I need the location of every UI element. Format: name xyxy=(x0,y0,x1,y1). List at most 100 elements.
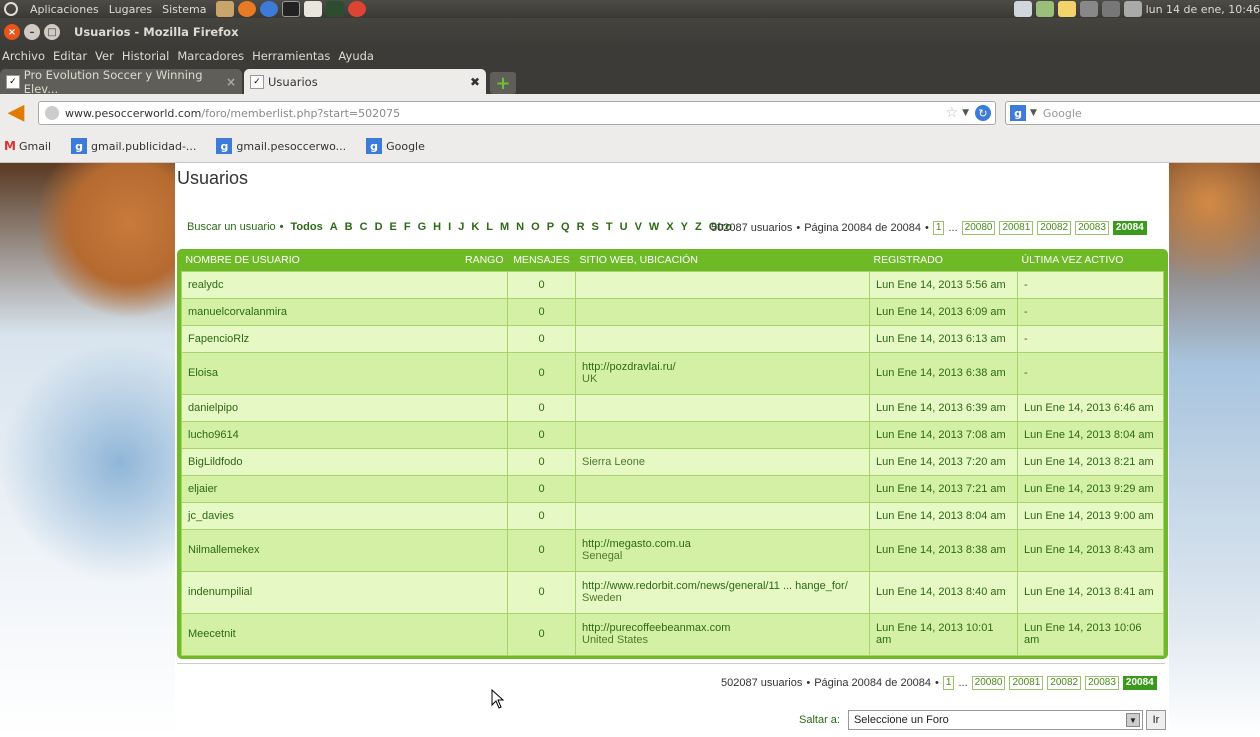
letter-link[interactable]: Z xyxy=(695,221,702,233)
bookmark-gmail[interactable]: M Gmail xyxy=(4,139,51,153)
website-link[interactable]: http://pozdravlai.ru/ xyxy=(582,361,863,373)
close-tab-icon[interactable]: ✖ xyxy=(470,75,480,89)
letter-link[interactable]: Q xyxy=(561,221,570,233)
username-link[interactable]: lucho9614 xyxy=(188,429,239,441)
google-icon[interactable]: g xyxy=(1010,105,1026,121)
maximize-window-icon[interactable]: □ xyxy=(44,24,60,40)
menu-ver[interactable]: Ver xyxy=(95,49,114,63)
letter-link[interactable]: D xyxy=(375,221,383,233)
col-rank[interactable]: RANGO xyxy=(452,249,508,271)
letter-link[interactable]: H xyxy=(433,221,441,233)
reload-icon[interactable]: ↻ xyxy=(975,105,991,121)
col-last-active[interactable]: ÚLTIMA VEZ ACTIVO xyxy=(1018,249,1164,271)
contacts-icon[interactable] xyxy=(1035,1,1054,17)
panel-menu-aplicaciones[interactable]: Aplicaciones xyxy=(30,3,99,16)
network-icon[interactable] xyxy=(1079,1,1098,17)
username-link[interactable]: Nilmallemekex xyxy=(188,544,260,556)
help-icon[interactable] xyxy=(260,1,279,17)
username-link[interactable]: Meecetnit xyxy=(188,628,236,640)
letter-link[interactable]: N xyxy=(516,221,524,233)
text-editor-icon[interactable] xyxy=(304,1,323,17)
letter-link[interactable]: S xyxy=(592,221,599,233)
tab-pes[interactable]: ✓ Pro Evolution Soccer y Winning Elev...… xyxy=(0,68,242,96)
col-registered[interactable]: REGISTRADO xyxy=(870,249,1018,271)
page-link[interactable]: 20083 xyxy=(1085,676,1119,690)
letter-link[interactable]: M xyxy=(500,221,509,233)
page-link[interactable]: 1 xyxy=(932,221,945,235)
panel-menu-sistema[interactable]: Sistema xyxy=(162,3,206,16)
menu-marcadores[interactable]: Marcadores xyxy=(177,49,244,63)
col-posts[interactable]: MENSAJES xyxy=(508,249,576,271)
chrome-icon[interactable] xyxy=(348,1,367,17)
letter-link[interactable]: O xyxy=(531,221,540,233)
letter-link[interactable]: C xyxy=(360,221,368,233)
close-tab-icon[interactable]: × xyxy=(226,75,236,89)
notes-icon[interactable] xyxy=(1057,1,1076,17)
letter-link[interactable]: F xyxy=(404,221,411,233)
page-link[interactable]: 20081 xyxy=(999,221,1034,235)
system-monitor-icon[interactable] xyxy=(326,1,345,17)
username-link[interactable]: danielpipo xyxy=(188,402,238,414)
page-link[interactable]: 20081 xyxy=(1009,676,1044,690)
letter-link[interactable]: L xyxy=(486,221,493,233)
new-tab-icon[interactable]: + xyxy=(490,72,516,94)
letter-link[interactable]: T xyxy=(606,221,613,233)
back-arrow-icon[interactable]: ◀ xyxy=(2,98,30,126)
letter-link[interactable]: U xyxy=(620,221,628,233)
username-link[interactable]: indenumpilial xyxy=(188,586,252,598)
username-link[interactable]: FapencioRlz xyxy=(188,333,249,345)
col-website[interactable]: SITIO WEB, UBICACIÓN xyxy=(576,249,870,271)
username-link[interactable]: manuelcorvalanmira xyxy=(188,306,287,318)
bookmark-google[interactable]: g Google xyxy=(362,138,425,154)
letter-link[interactable]: B xyxy=(345,221,353,233)
messages-icon[interactable] xyxy=(1123,1,1142,17)
close-window-icon[interactable]: × xyxy=(4,24,20,40)
letter-link[interactable]: K xyxy=(471,221,479,233)
username-link[interactable]: realydc xyxy=(188,279,223,291)
website-link[interactable]: http://purecoffeebeanmax.com xyxy=(582,622,863,634)
menu-ayuda[interactable]: Ayuda xyxy=(338,49,374,63)
mail-icon[interactable] xyxy=(1013,1,1032,17)
tab-usuarios[interactable]: ✓ Usuarios ✖ xyxy=(244,69,486,94)
find-user-link[interactable]: Buscar un usuario xyxy=(187,221,276,233)
page-link[interactable]: 20082 xyxy=(1047,676,1082,690)
website-link[interactable]: http://megasto.com.ua xyxy=(582,538,863,550)
chevron-down-icon[interactable]: ▼ xyxy=(1125,713,1140,727)
menu-historial[interactable]: Historial xyxy=(122,49,170,63)
username-link[interactable]: jc_davies xyxy=(188,510,234,522)
ubuntu-logo-icon[interactable] xyxy=(4,2,18,16)
page-link[interactable]: 20080 xyxy=(971,676,1006,690)
url-dropdown-icon[interactable]: ▼ xyxy=(962,108,969,118)
username-link[interactable]: eljaier xyxy=(188,483,217,495)
letter-link[interactable]: G xyxy=(418,221,427,233)
page-link[interactable]: 1 xyxy=(942,676,955,690)
menu-editar[interactable]: Editar xyxy=(53,49,87,63)
clock[interactable]: lun 14 de ene, 10:46 xyxy=(1146,3,1260,16)
username-link[interactable]: Eloisa xyxy=(188,367,218,379)
letter-link[interactable]: W xyxy=(649,221,659,233)
letter-link[interactable]: P xyxy=(547,221,554,233)
bookmark-gmail-pesoccer[interactable]: g gmail.pesoccerwo... xyxy=(212,138,346,154)
terminal-icon[interactable] xyxy=(282,1,301,17)
minimize-window-icon[interactable]: – xyxy=(24,24,40,40)
page-link[interactable]: 20082 xyxy=(1037,221,1072,235)
website-link[interactable]: http://www.redorbit.com/news/general/11 … xyxy=(582,580,863,592)
go-button[interactable]: Ir xyxy=(1145,710,1166,730)
menu-archivo[interactable]: Archivo xyxy=(2,49,45,63)
bookmark-gmail-publicidad[interactable]: g gmail.publicidad-... xyxy=(67,138,196,154)
url-bar[interactable]: www.pesoccerworld.com/foro/memberlist.ph… xyxy=(38,101,996,125)
search-bar[interactable]: g ▼ Google xyxy=(1005,101,1260,125)
letter-link[interactable]: A xyxy=(330,221,338,233)
letter-link[interactable]: J xyxy=(458,221,464,233)
col-username[interactable]: NOMBRE DE USUARIO xyxy=(182,249,452,271)
search-engine-dropdown-icon[interactable]: ▼ xyxy=(1030,108,1037,118)
page-link[interactable]: 20080 xyxy=(961,221,996,235)
letter-link[interactable]: E xyxy=(390,221,397,233)
letter-link[interactable]: I xyxy=(448,221,451,233)
page-link[interactable]: 20083 xyxy=(1075,221,1109,235)
menu-herramientas[interactable]: Herramientas xyxy=(252,49,330,63)
letter-link[interactable]: Y xyxy=(681,221,688,233)
username-link[interactable]: BigLildfodo xyxy=(188,456,242,468)
letter-link[interactable]: Todos xyxy=(291,221,323,233)
letter-link[interactable]: V xyxy=(635,221,642,233)
